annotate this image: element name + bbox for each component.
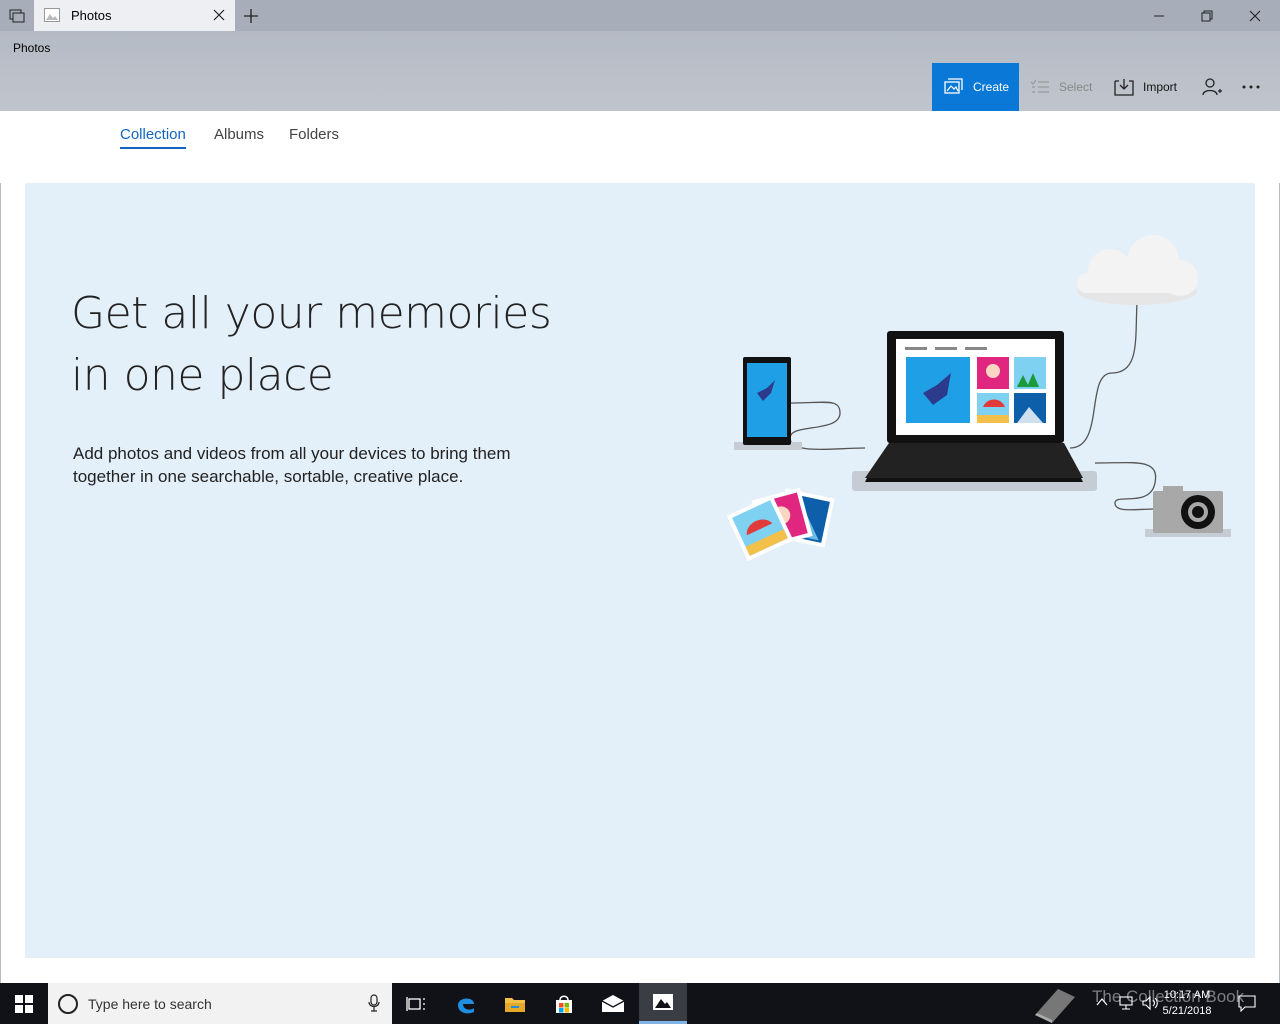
tab-photos[interactable]: Photos: [34, 0, 235, 31]
action-center-icon[interactable]: [1238, 995, 1256, 1012]
tab-folders[interactable]: Folders: [289, 126, 339, 147]
taskbar: Type here to search The Collection Book …: [0, 983, 1280, 1024]
import-icon: [1114, 79, 1134, 96]
microphone-icon[interactable]: [368, 994, 380, 1012]
edge-button[interactable]: [442, 983, 490, 1024]
restore-icon: [1201, 10, 1213, 21]
file-explorer-button[interactable]: [491, 983, 539, 1024]
start-button[interactable]: [0, 983, 48, 1024]
more-options-button[interactable]: [1240, 63, 1270, 111]
import-label: Import: [1143, 80, 1178, 94]
hero-title: Get all your memories in one place: [71, 288, 552, 401]
windows-logo-icon: [15, 994, 33, 1013]
create-button[interactable]: Create: [932, 63, 1019, 111]
people-button[interactable]: [1202, 63, 1231, 111]
select-icon: [1030, 79, 1049, 93]
import-button[interactable]: Import: [1114, 63, 1177, 111]
tab-collection[interactable]: Collection: [120, 126, 186, 149]
select-button[interactable]: Select: [1030, 63, 1092, 111]
book-logo-icon: [1035, 989, 1075, 1023]
mail-icon: [601, 994, 625, 1012]
tab-title: Photos: [71, 8, 112, 23]
window-border-left: [0, 111, 1, 983]
title-bar: Photos: [0, 0, 1280, 31]
person-add-icon: [1202, 78, 1222, 96]
task-view-button[interactable]: [392, 983, 440, 1024]
camera-icon: [1145, 486, 1231, 537]
new-tab-icon[interactable]: [240, 5, 262, 27]
minimize-button[interactable]: [1136, 0, 1182, 31]
restore-button[interactable]: [1184, 0, 1230, 31]
search-placeholder: Type here to search: [88, 996, 212, 1012]
tabs-icon: [9, 9, 25, 22]
photos-taskbar-button[interactable]: [639, 983, 687, 1024]
create-icon: [944, 78, 963, 94]
close-icon: [1249, 10, 1261, 21]
laptop-icon: [852, 331, 1097, 491]
cloud-icon: [1077, 235, 1198, 305]
file-explorer-icon: [505, 997, 525, 1012]
store-icon: [556, 995, 572, 1013]
app-title: Photos: [13, 41, 51, 55]
taskbar-search-box[interactable]: Type here to search: [48, 983, 392, 1024]
devices-illustration: [726, 235, 1231, 562]
mail-button[interactable]: [589, 983, 637, 1024]
photos-icon: [653, 994, 673, 1010]
cortana-icon: [58, 994, 78, 1014]
close-tab-icon[interactable]: [211, 7, 227, 23]
network-icon[interactable]: [1118, 995, 1134, 1011]
clock-date: 5/21/2018: [1162, 1005, 1212, 1017]
photos-app-icon: [44, 8, 60, 22]
system-clock[interactable]: 10:17 AM 5/21/2018: [1152, 987, 1222, 1019]
select-label: Select: [1059, 80, 1093, 94]
more-icon: [1242, 85, 1259, 89]
hero-description: Add photos and videos from all your devi…: [73, 444, 511, 486]
clock-time: 10:17 AM: [1163, 989, 1211, 1001]
photos-stack-icon: [726, 487, 835, 562]
task-view-icon: [406, 996, 425, 1011]
minimize-icon: [1154, 15, 1164, 16]
store-button[interactable]: [540, 983, 588, 1024]
view-tabs: Collection Albums Folders: [0, 111, 1280, 183]
tab-albums[interactable]: Albums: [214, 126, 264, 147]
app-header: Photos Create Select Import: [0, 31, 1280, 111]
create-label: Create: [973, 80, 1010, 94]
empty-collection-panel: Get all your memories in one place Add p…: [25, 183, 1255, 958]
show-hidden-icons-chevron-icon[interactable]: [1096, 997, 1108, 1007]
edge-icon: [458, 997, 474, 1013]
tab-switcher-button[interactable]: [0, 0, 34, 31]
close-button[interactable]: [1232, 0, 1278, 31]
